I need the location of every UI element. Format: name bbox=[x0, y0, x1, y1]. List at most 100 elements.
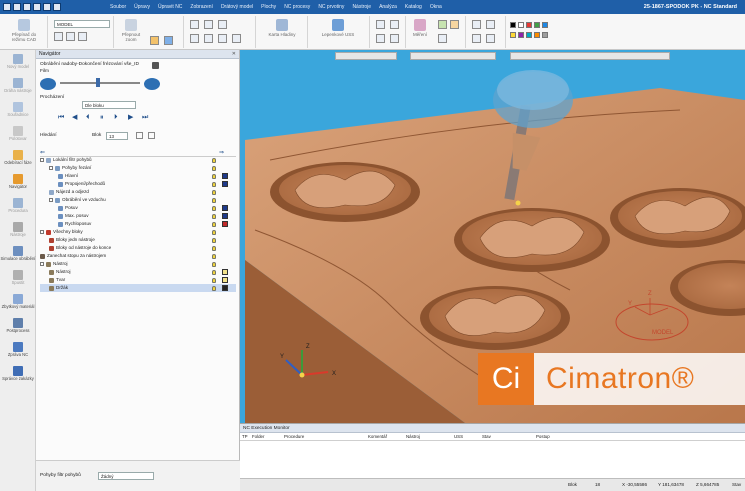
tree-item[interactable]: Max. posuv bbox=[40, 212, 236, 220]
goto-block-icon[interactable] bbox=[148, 132, 155, 139]
monitor-column-header[interactable]: Stav bbox=[482, 434, 491, 439]
expand-icon[interactable] bbox=[49, 198, 53, 202]
menu-item[interactable]: Okna bbox=[430, 4, 442, 10]
selection-tools[interactable] bbox=[335, 52, 397, 60]
block-input[interactable]: 13 bbox=[106, 132, 128, 140]
note-icon[interactable] bbox=[390, 20, 399, 29]
speed-combo[interactable]: Dle bloku bbox=[82, 101, 136, 109]
zoom-window-icon[interactable] bbox=[472, 20, 481, 29]
color-blue-swatch[interactable] bbox=[542, 22, 548, 28]
step-forward-icon[interactable]: ⏵ bbox=[114, 114, 121, 121]
zoom-all-icon[interactable] bbox=[486, 20, 495, 29]
pan-icon[interactable] bbox=[472, 34, 481, 43]
material-icon[interactable] bbox=[450, 20, 459, 29]
color-swatch[interactable] bbox=[222, 213, 228, 219]
nc-guide-item[interactable]: Spustit bbox=[0, 270, 36, 286]
undo-icon[interactable] bbox=[43, 3, 51, 11]
menu-item[interactable]: Plochy bbox=[261, 4, 276, 10]
close-icon[interactable]: ✕ bbox=[232, 50, 239, 58]
visibility-bulb-icon[interactable] bbox=[212, 181, 216, 187]
color-yellow-swatch[interactable] bbox=[510, 32, 516, 38]
visibility-bulb-icon[interactable] bbox=[212, 213, 216, 219]
visibility-bulb-icon[interactable] bbox=[212, 229, 216, 235]
speed-slider-thumb[interactable] bbox=[96, 78, 100, 87]
model-combo[interactable]: MODEL bbox=[54, 20, 110, 28]
expand-icon[interactable] bbox=[49, 166, 53, 170]
monitor-column-header[interactable]: USS bbox=[454, 434, 463, 439]
prev-icon[interactable]: ◀ bbox=[72, 114, 79, 121]
toggle-zoom-button[interactable]: Přepnout zoom bbox=[116, 19, 146, 42]
nc-guide-item[interactable]: Simulace obrábění bbox=[0, 246, 36, 262]
properties-icon[interactable] bbox=[438, 34, 447, 43]
graphics-viewport[interactable]: Z Y MODEL Z X Y Ci Cimatron® bbox=[240, 50, 745, 423]
visibility-bulb-icon[interactable] bbox=[212, 285, 216, 291]
display-tools[interactable] bbox=[410, 52, 496, 60]
menu-item[interactable]: Úpravy bbox=[134, 4, 150, 10]
slow-speed-icon[interactable] bbox=[40, 78, 56, 90]
pause-icon[interactable]: ⏸ bbox=[100, 114, 107, 121]
switch-cad-button[interactable]: Přepínač do režimu CAD bbox=[6, 19, 42, 42]
color-swatch[interactable] bbox=[222, 173, 228, 179]
nc-guide-item[interactable]: Postprocess bbox=[0, 318, 36, 334]
visibility-bulb-icon[interactable] bbox=[212, 277, 216, 283]
menu-item[interactable]: Analýza bbox=[379, 4, 397, 10]
play-icon[interactable]: ▶ bbox=[128, 114, 135, 121]
color-icon[interactable] bbox=[438, 20, 447, 29]
view-cube-icon[interactable] bbox=[164, 36, 173, 45]
nc-guide-item[interactable]: Nástroje bbox=[0, 222, 36, 238]
visibility-bulb-icon[interactable] bbox=[212, 237, 216, 243]
print-icon[interactable] bbox=[33, 3, 41, 11]
menu-item[interactable]: Drátový model bbox=[221, 4, 253, 10]
camera-icon[interactable] bbox=[152, 62, 159, 69]
tree-item[interactable]: Obrábění ve vzduchu bbox=[40, 196, 236, 204]
forward-arrow-icon[interactable]: ⇒ bbox=[219, 149, 224, 156]
menu-item[interactable]: Zobrazení bbox=[190, 4, 213, 10]
color-black-swatch[interactable] bbox=[510, 22, 516, 28]
color-swatch[interactable] bbox=[222, 205, 228, 211]
tree-item[interactable]: Posuv bbox=[40, 204, 236, 212]
filter-icon[interactable] bbox=[66, 32, 75, 41]
shading-icon[interactable] bbox=[204, 20, 213, 29]
display-mode-icon[interactable] bbox=[190, 20, 199, 29]
new-icon[interactable] bbox=[3, 3, 11, 11]
monitor-column-header[interactable]: Komentář bbox=[368, 434, 387, 439]
menu-item[interactable]: Katalog bbox=[405, 4, 422, 10]
fast-speed-icon[interactable] bbox=[144, 78, 160, 90]
layer-icon[interactable] bbox=[54, 32, 63, 41]
dimension-icon[interactable] bbox=[376, 20, 385, 29]
nc-guide-item[interactable]: Zpráva NC bbox=[0, 342, 36, 358]
visibility-bulb-icon[interactable] bbox=[212, 261, 216, 267]
monitor-column-header[interactable]: TP bbox=[242, 434, 248, 439]
nc-guide-item[interactable]: Dráha nástroje bbox=[0, 78, 36, 94]
tree-item[interactable]: Všechny bloky bbox=[40, 228, 236, 236]
visibility-bulb-icon[interactable] bbox=[212, 165, 216, 171]
tree-item[interactable]: Bloky od nástroje do konce bbox=[40, 244, 236, 252]
open-icon[interactable] bbox=[13, 3, 21, 11]
color-gray-swatch[interactable] bbox=[542, 32, 548, 38]
visibility-bulb-icon[interactable] bbox=[212, 197, 216, 203]
color-cyan-swatch[interactable] bbox=[526, 32, 532, 38]
pick-icon[interactable] bbox=[150, 36, 159, 45]
show-icon[interactable] bbox=[204, 34, 213, 43]
first-icon[interactable]: ⏮ bbox=[58, 114, 65, 121]
color-white-swatch[interactable] bbox=[518, 22, 524, 28]
back-arrow-icon[interactable]: ⇐ bbox=[40, 149, 45, 156]
hide-icon[interactable] bbox=[190, 34, 199, 43]
last-icon[interactable]: ⏭ bbox=[142, 114, 149, 121]
visibility-bulb-icon[interactable] bbox=[212, 157, 216, 163]
menu-item[interactable]: Úpravit NC bbox=[158, 4, 182, 10]
color-swatch[interactable] bbox=[222, 285, 228, 291]
expand-icon[interactable] bbox=[40, 230, 44, 234]
section-icon[interactable] bbox=[218, 34, 227, 43]
tree-item[interactable]: Zanechat stopu za nástrojem bbox=[40, 252, 236, 260]
nc-guide-item[interactable]: Navigátor bbox=[0, 174, 36, 190]
color-swatch[interactable] bbox=[222, 277, 228, 283]
visibility-bulb-icon[interactable] bbox=[212, 189, 216, 195]
visibility-bulb-icon[interactable] bbox=[212, 245, 216, 251]
color-orange-swatch[interactable] bbox=[534, 32, 540, 38]
tree-item[interactable]: Nájezd a odjezd bbox=[40, 188, 236, 196]
step-back-icon[interactable]: ⏴ bbox=[86, 114, 93, 121]
tree-item[interactable]: Hlavní bbox=[40, 172, 236, 180]
footer-combo[interactable]: Žádný bbox=[98, 472, 154, 480]
expand-icon[interactable] bbox=[40, 262, 44, 266]
